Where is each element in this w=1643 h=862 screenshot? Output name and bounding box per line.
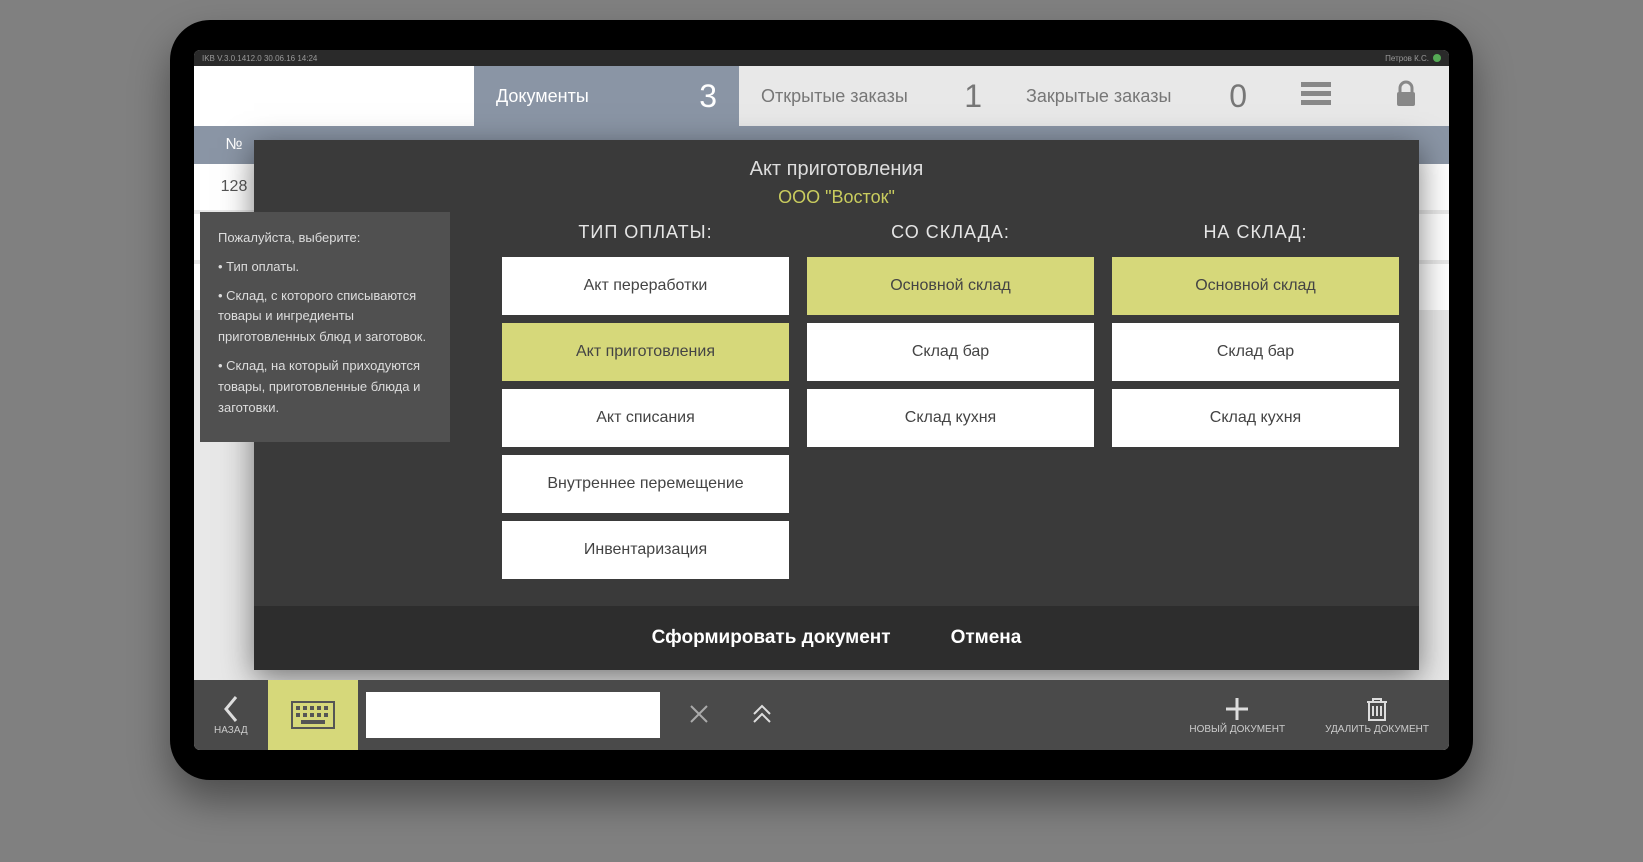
delete-document-button[interactable]: УДАЛИТЬ ДОКУМЕНТ xyxy=(1305,680,1449,750)
screen: IKB V.3.0.1412.0 30.06.16 14:24 Петров К… xyxy=(194,50,1449,750)
help-bullet: • Тип оплаты. xyxy=(218,257,432,278)
to-warehouse-option[interactable]: Основной склад xyxy=(1112,257,1399,315)
modal-create-document: Акт приготовления ООО "Восток" Пожалуйст… xyxy=(254,140,1419,670)
up-button[interactable] xyxy=(730,680,794,750)
tab-count: 3 xyxy=(699,78,717,115)
lock-icon[interactable] xyxy=(1395,80,1417,113)
col-payment-type: ТИП ОПЛАТЫ: Акт переработки Акт приготовл… xyxy=(502,222,789,596)
topbar-user: Петров К.С. xyxy=(1385,54,1429,63)
col-title: НА СКЛАД: xyxy=(1112,222,1399,243)
topbar-left: IKB V.3.0.1412.0 30.06.16 14:24 xyxy=(202,54,317,63)
col-to-warehouse: НА СКЛАД: Основной склад Склад бар Склад к… xyxy=(1112,222,1399,596)
col-from-warehouse: СО СКЛАДА: Основной склад Склад бар Склад … xyxy=(807,222,1094,596)
search-input-wrap xyxy=(358,680,668,750)
chevron-left-icon xyxy=(222,695,240,723)
from-warehouse-option[interactable]: Склад кухня xyxy=(807,389,1094,447)
from-warehouse-option[interactable]: Основной склад xyxy=(807,257,1094,315)
plus-icon xyxy=(1224,696,1250,722)
help-panel: Пожалуйста, выберите: • Тип оплаты. • Ск… xyxy=(200,212,450,442)
help-intro: Пожалуйста, выберите: xyxy=(218,228,432,249)
keyboard-icon xyxy=(291,701,335,729)
tab-label: Документы xyxy=(496,86,589,107)
back-label: НАЗАД xyxy=(214,725,248,736)
payment-type-option[interactable]: Инвентаризация xyxy=(502,521,789,579)
tab-count: 1 xyxy=(964,78,982,115)
tab-open-orders[interactable]: Открытые заказы 1 xyxy=(739,66,1004,126)
to-warehouse-option[interactable]: Склад бар xyxy=(1112,323,1399,381)
cancel-button[interactable]: Отмена xyxy=(951,627,1022,649)
help-bullet: • Склад, на который приходуются товары, … xyxy=(218,356,432,418)
generate-document-button[interactable]: Сформировать документ xyxy=(652,627,891,649)
col-title: ТИП ОПЛАТЫ: xyxy=(502,222,789,243)
chevrons-up-icon xyxy=(750,702,774,726)
col-title: СО СКЛАДА: xyxy=(807,222,1094,243)
tabs-row: Документы 3 Открытые заказы 1 Закрытые з… xyxy=(194,66,1449,126)
back-button[interactable]: НАЗАД xyxy=(194,680,268,750)
payment-type-option[interactable]: Акт списания xyxy=(502,389,789,447)
modal-footer: Сформировать документ Отмена xyxy=(254,606,1419,670)
close-icon xyxy=(688,703,710,725)
new-document-button[interactable]: НОВЫЙ ДОКУМЕНТ xyxy=(1169,680,1305,750)
modal-company: ООО "Восток" xyxy=(254,187,1419,208)
trash-icon xyxy=(1366,696,1388,722)
menu-icon[interactable] xyxy=(1301,82,1331,111)
new-doc-label: НОВЫЙ ДОКУМЕНТ xyxy=(1189,724,1285,735)
tab-label: Открытые заказы xyxy=(761,86,908,107)
payment-type-option[interactable]: Акт приготовления xyxy=(502,323,789,381)
search-input[interactable] xyxy=(366,692,660,738)
tab-count: 0 xyxy=(1229,78,1247,115)
keyboard-button[interactable] xyxy=(268,680,358,750)
status-dot-icon xyxy=(1433,54,1441,62)
clear-button[interactable] xyxy=(668,680,730,750)
tab-blank xyxy=(194,66,474,126)
tab-closed-orders[interactable]: Закрытые заказы 0 xyxy=(1004,66,1269,126)
from-warehouse-option[interactable]: Склад бар xyxy=(807,323,1094,381)
payment-type-option[interactable]: Внутреннее перемещение xyxy=(502,455,789,513)
tab-label: Закрытые заказы xyxy=(1026,86,1171,107)
bottom-toolbar: НАЗАД НОВЫЙ ДОКУМ xyxy=(194,680,1449,750)
help-bullet: • Склад, с которого списываются товары и… xyxy=(218,286,432,348)
tablet-frame: IKB V.3.0.1412.0 30.06.16 14:24 Петров К… xyxy=(170,20,1473,780)
tab-documents[interactable]: Документы 3 xyxy=(474,66,739,126)
system-topbar: IKB V.3.0.1412.0 30.06.16 14:24 Петров К… xyxy=(194,50,1449,66)
modal-title: Акт приготовления xyxy=(254,140,1419,187)
to-warehouse-option[interactable]: Склад кухня xyxy=(1112,389,1399,447)
delete-doc-label: УДАЛИТЬ ДОКУМЕНТ xyxy=(1325,724,1429,735)
payment-type-option[interactable]: Акт переработки xyxy=(502,257,789,315)
